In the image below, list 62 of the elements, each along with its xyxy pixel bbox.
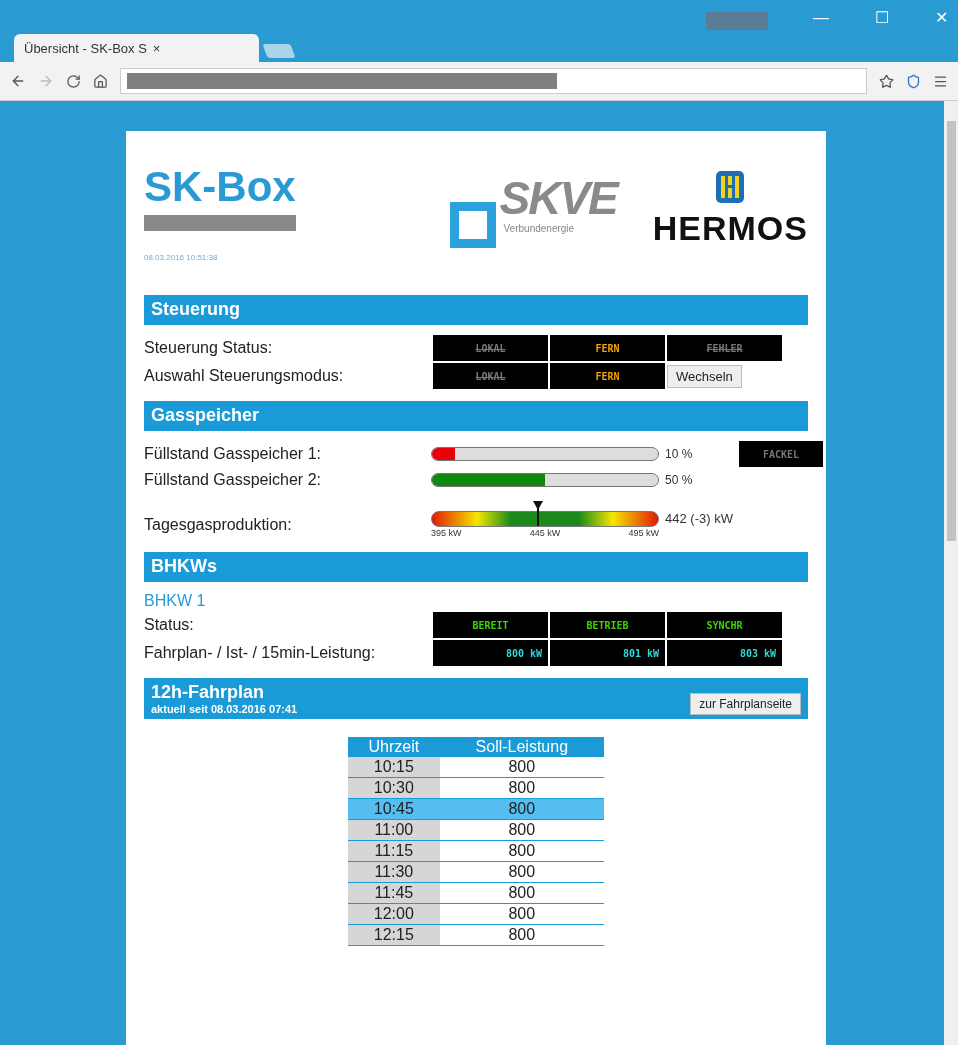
field-label: Auswahl Steuerungsmodus:: [144, 367, 345, 385]
logo-icon: [716, 171, 745, 203]
section-header: Steuerung: [144, 295, 808, 325]
time-cell: 11:15: [348, 840, 440, 862]
status-indicator: FEHLER: [667, 335, 782, 361]
status-indicator: LOKAL: [433, 335, 548, 361]
status-indicator: LOKAL: [433, 363, 548, 389]
browser-tab[interactable]: Übersicht - SK-Box S ×: [14, 34, 259, 62]
column-header: Uhrzeit: [348, 737, 440, 757]
power-display: 801 kW: [550, 640, 665, 666]
section-subtitle: aktuell seit 08.03.2016 07:41: [151, 703, 298, 715]
switch-button[interactable]: Wechseln: [667, 364, 742, 388]
level-reading: 10 %: [664, 447, 694, 461]
gauge-tick: 445 kW: [529, 528, 561, 538]
unit-title: BHKW 1: [144, 592, 207, 610]
power-display: 800 kW: [433, 640, 548, 666]
field-label: Tagesgasproduktion:: [144, 515, 293, 534]
status-indicator: SYNCHR: [667, 612, 782, 638]
section-header: BHKWs: [144, 552, 808, 582]
field-label: Füllstand Gasspeicher 2:: [144, 471, 322, 489]
time-cell: 12:15: [348, 924, 440, 946]
gauge-tick: 495 kW: [628, 528, 659, 538]
status-indicator: FERN: [550, 335, 665, 361]
status-indicator: FERN: [550, 363, 665, 389]
time-cell: 11:45: [348, 882, 440, 904]
production-reading: 442 (-3) kW: [664, 511, 734, 526]
flare-indicator: FACKEL: [739, 441, 823, 467]
field-label: Status:: [144, 616, 195, 634]
section-header: Gasspeicher: [144, 401, 808, 431]
address-bar[interactable]: [120, 68, 867, 94]
time-cell: 10:15: [348, 757, 440, 778]
section-title: 12h-Fahrplan: [151, 682, 266, 703]
marker-icon: [533, 501, 544, 510]
field-label: Fahrplan- / Ist- / 15min-Leistung:: [144, 644, 377, 662]
column-header: Soll-Leistung: [439, 737, 604, 757]
brand-name: HERMOS: [652, 209, 808, 248]
shield-icon[interactable]: [906, 73, 921, 89]
time-cell: 12:00: [348, 903, 440, 925]
schedule-button[interactable]: zur Fahrplanseite: [690, 693, 801, 715]
field-label: Füllstand Gasspeicher 1:: [144, 445, 322, 463]
tab-title: Übersicht - SK-Box S: [24, 40, 147, 56]
value-cell: 800: [439, 757, 604, 778]
tab-close[interactable]: ×: [152, 40, 161, 56]
star-icon[interactable]: [879, 73, 894, 89]
status-indicator: BETRIEB: [550, 612, 665, 638]
time-cell: 10:30: [348, 777, 440, 799]
home-icon[interactable]: [93, 73, 108, 89]
status-indicator: BEREIT: [433, 612, 548, 638]
power-display: 803 kW: [667, 640, 782, 666]
menu-icon[interactable]: [933, 73, 948, 89]
field-label: Steuerung Status:: [144, 339, 274, 357]
company-logo: SKVE Verbundenergie: [449, 171, 629, 248]
level-reading: 50 %: [664, 473, 694, 487]
reload-icon[interactable]: [66, 73, 81, 89]
timestamp: 08.03.2016 10:51:38: [144, 253, 219, 262]
gauge-tick: 395 kW: [431, 528, 462, 538]
page-title: SK-Box: [144, 163, 296, 211]
time-cell: 11:30: [348, 861, 440, 883]
back-icon[interactable]: [10, 73, 26, 89]
time-cell: 10:45: [348, 798, 440, 820]
scrollbar-thumb[interactable]: [946, 121, 956, 541]
time-cell: 11:00: [348, 819, 440, 841]
